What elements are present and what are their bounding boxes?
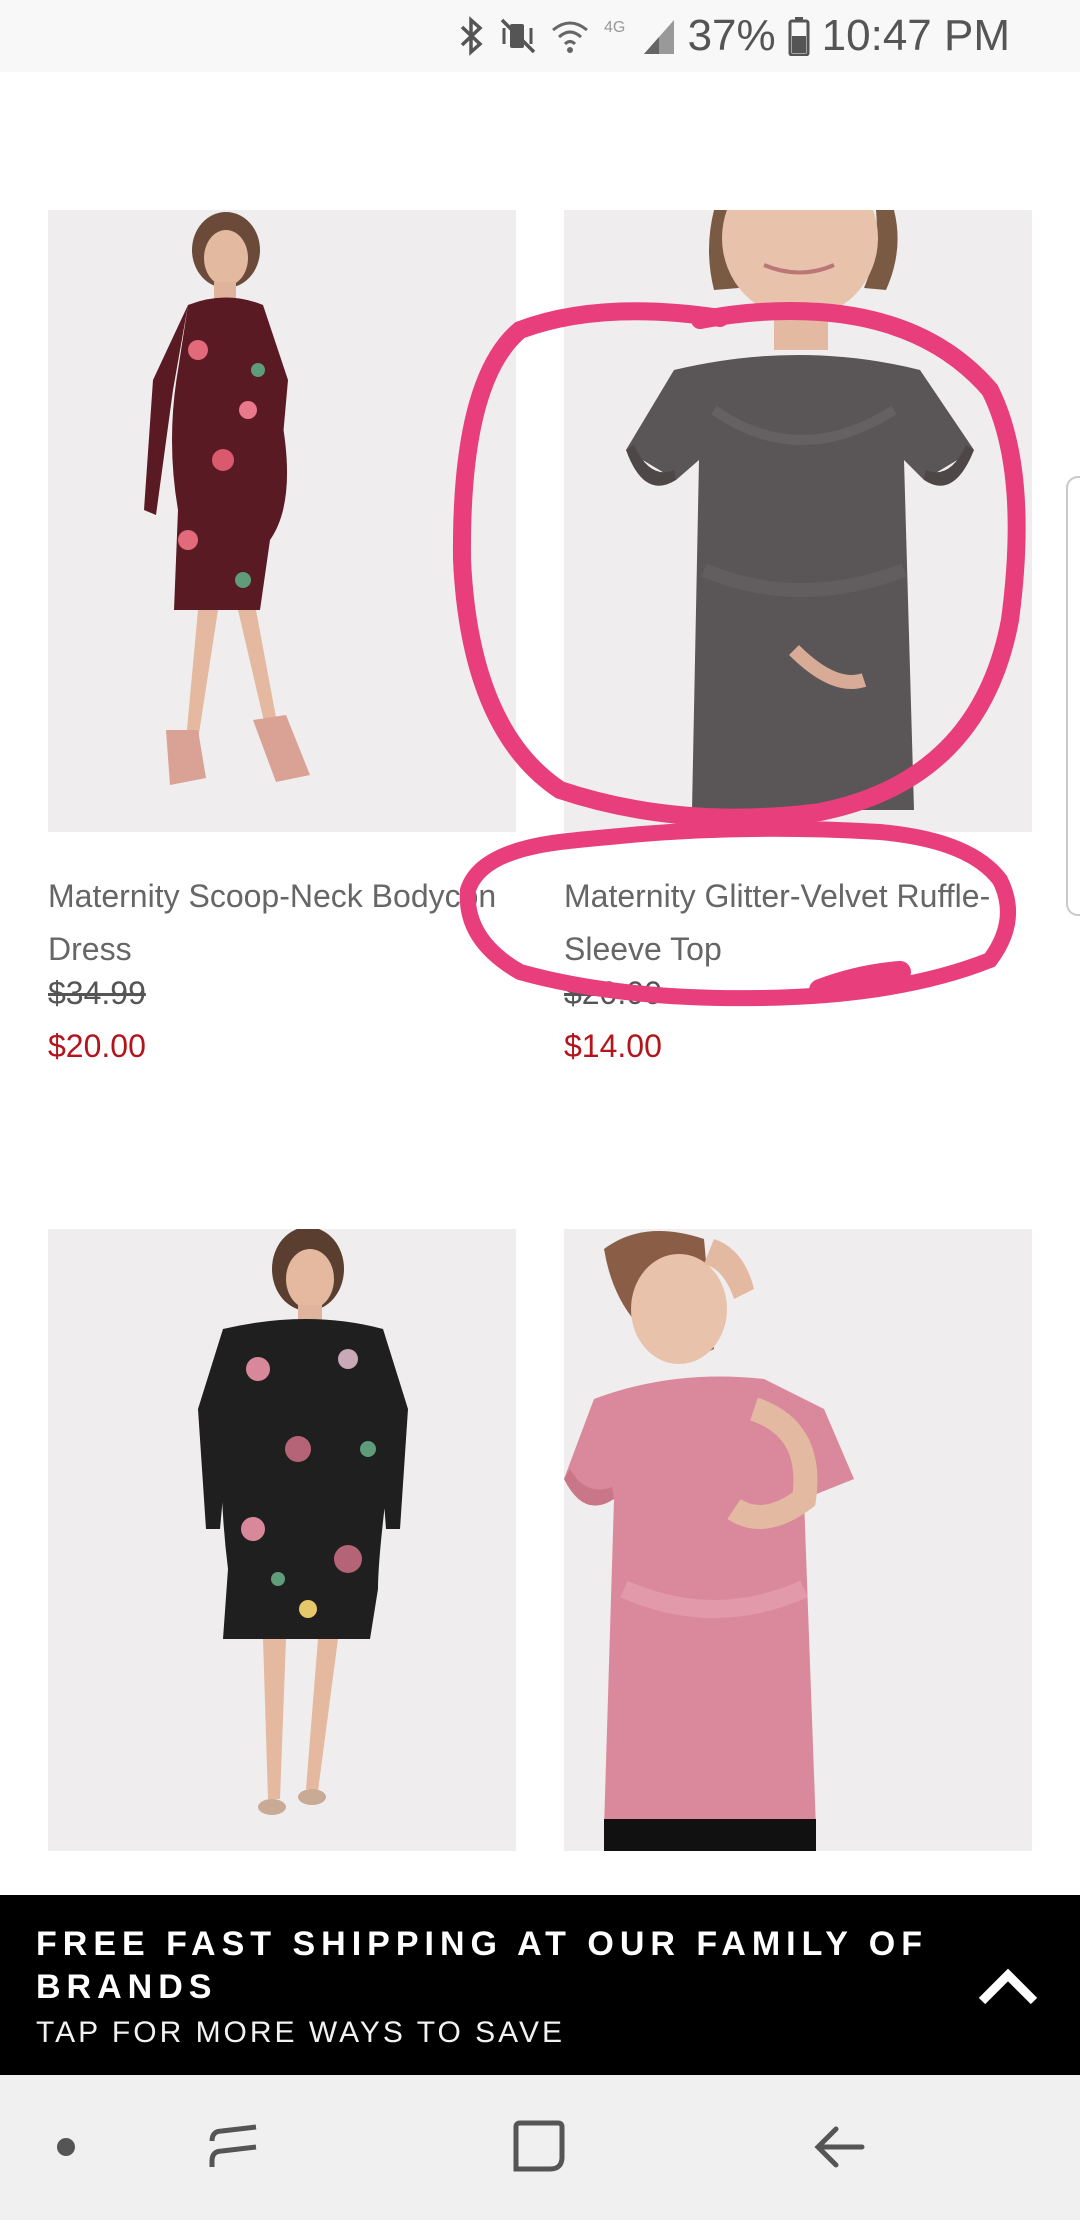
back-icon[interactable] (810, 2117, 870, 2177)
scrollbar[interactable] (1066, 476, 1080, 916)
original-price: $20.00 (564, 975, 662, 1011)
status-time: 10:47 PM (821, 11, 1010, 60)
bluetooth-icon (458, 12, 486, 60)
status-bar: 4G 37% 10:47 PM (0, 0, 1080, 72)
recent-apps-icon[interactable] (206, 2117, 266, 2177)
chevron-up-icon[interactable] (976, 1967, 1040, 2007)
product-card[interactable]: Maternity Scoop-Neck Bodycon Dress $34.9… (48, 210, 516, 1090)
sale-price: $14.00 (564, 1028, 662, 1064)
navigation-bar (0, 2075, 1080, 2220)
wifi-icon (550, 12, 590, 60)
network-type-label: 4G (604, 19, 625, 36)
home-icon[interactable] (508, 2117, 568, 2177)
lte-signal-icon: 4G (602, 12, 676, 60)
battery-percent: 37% (687, 11, 776, 60)
battery-icon (788, 12, 810, 60)
product-card[interactable] (564, 1229, 1032, 1869)
product-image[interactable] (48, 210, 516, 832)
promo-banner[interactable]: FREE FAST SHIPPING AT OUR FAMILY OF BRAN… (0, 1895, 1080, 2075)
nav-dot-icon[interactable] (36, 2117, 96, 2177)
product-image[interactable] (48, 1229, 516, 1851)
product-name[interactable]: Maternity Glitter-Velvet Ruffle-Sleeve T… (564, 870, 1032, 976)
product-image[interactable] (564, 1229, 1032, 1851)
promo-title[interactable]: FREE FAST SHIPPING AT OUR FAMILY OF BRAN… (36, 1923, 956, 2009)
vibrate-mute-icon (498, 12, 538, 60)
maternity-pink-velvet-top-photo (564, 1229, 1032, 1851)
maternity-black-floral-dress-photo (48, 1229, 516, 1851)
original-price: $34.99 (48, 975, 146, 1011)
product-name[interactable]: Maternity Scoop-Neck Bodycon Dress (48, 870, 516, 976)
screen: 4G 37% 10:47 PM Maternity Scoop-Neck Bod… (0, 0, 1080, 2220)
product-card[interactable]: Maternity Glitter-Velvet Ruffle-Sleeve T… (564, 210, 1032, 1090)
maternity-floral-dress-photo (48, 210, 516, 832)
promo-subtitle[interactable]: TAP FOR MORE WAYS TO SAVE (36, 2013, 1044, 2053)
sale-price: $20.00 (48, 1028, 146, 1064)
product-image[interactable] (564, 210, 1032, 832)
maternity-velvet-top-photo (564, 210, 1032, 832)
product-card[interactable] (48, 1229, 516, 1869)
